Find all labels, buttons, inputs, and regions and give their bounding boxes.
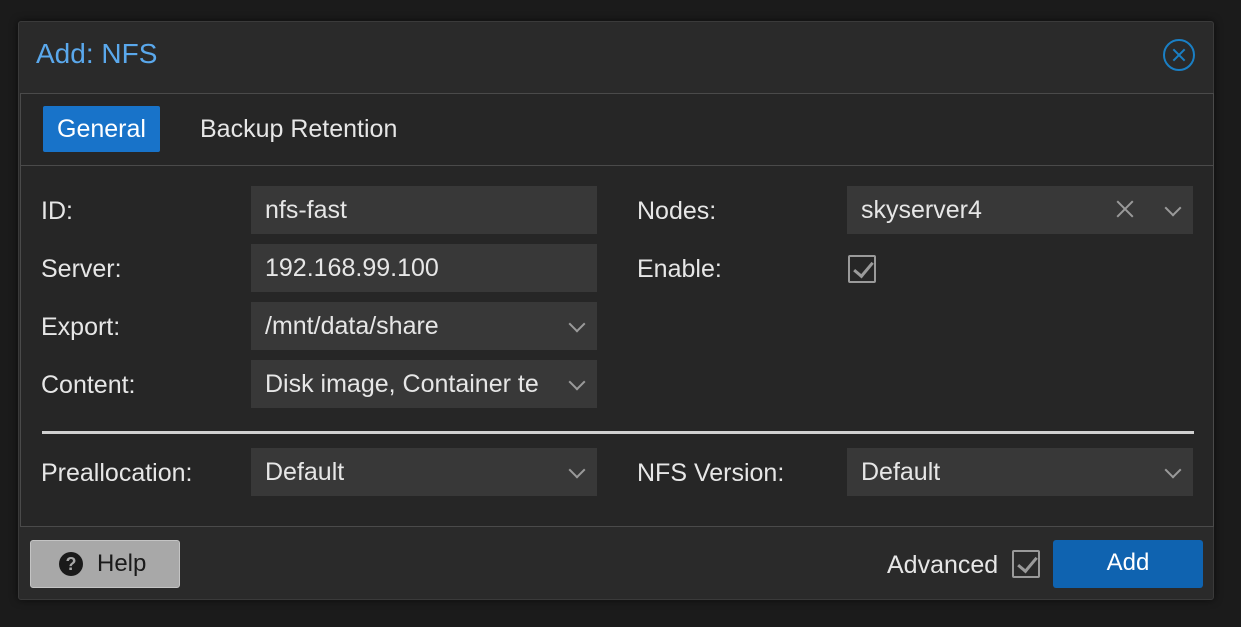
preallocation-select[interactable]: Default [251, 448, 597, 496]
chevron-down-icon[interactable] [568, 461, 586, 479]
preallocation-label: Preallocation: [41, 459, 193, 487]
content-label: Content: [41, 371, 136, 399]
question-circle-icon: ? [59, 552, 83, 576]
server-field[interactable]: 192.168.99.100 [251, 244, 597, 292]
enable-checkbox[interactable] [848, 255, 876, 283]
tab-general[interactable]: General [43, 106, 160, 152]
chevron-down-icon[interactable] [1164, 461, 1182, 479]
dialog-title: Add: NFS [36, 38, 158, 69]
chevron-down-icon[interactable] [1164, 199, 1182, 217]
clear-icon[interactable] [1114, 198, 1136, 220]
add-nfs-dialog: Add: NFS General Backup Retention ID: nf… [18, 21, 1214, 600]
advanced-label: Advanced [887, 551, 999, 579]
help-label: Help [97, 550, 147, 577]
content-select[interactable]: Disk image, Container te [251, 360, 597, 408]
nfs-version-label: NFS Version: [637, 459, 785, 487]
nodes-select[interactable]: skyserver4 [847, 186, 1193, 234]
export-select[interactable]: /mnt/data/share [251, 302, 597, 350]
content-value: Disk image, Container te [265, 370, 539, 398]
dialog-titlebar[interactable]: Add: NFS [19, 22, 1213, 92]
preallocation-value: Default [265, 458, 345, 486]
advanced-divider [42, 431, 1194, 434]
add-button[interactable]: Add [1053, 540, 1203, 588]
chevron-down-icon[interactable] [568, 315, 586, 333]
nfs-version-value: Default [861, 458, 941, 486]
nfs-version-select[interactable]: Default [847, 448, 1193, 496]
nodes-label: Nodes: [637, 197, 717, 225]
id-value: nfs-fast [265, 196, 347, 224]
id-label: ID: [41, 197, 73, 225]
tab-backup-retention[interactable]: Backup Retention [186, 106, 411, 152]
chevron-down-icon[interactable] [568, 373, 586, 391]
nodes-value: skyserver4 [861, 196, 982, 224]
close-icon[interactable] [1163, 39, 1195, 71]
server-value: 192.168.99.100 [265, 254, 439, 282]
server-label: Server: [41, 255, 122, 283]
help-button[interactable]: ? Help [30, 540, 180, 588]
dialog-body: General Backup Retention ID: nfs-fast Se… [20, 93, 1214, 527]
advanced-checkbox[interactable] [1012, 550, 1040, 578]
export-value: /mnt/data/share [265, 312, 439, 340]
export-label: Export: [41, 313, 121, 341]
id-field[interactable]: nfs-fast [251, 186, 597, 234]
tab-bar: General Backup Retention [21, 94, 1213, 166]
enable-label: Enable: [637, 255, 722, 283]
